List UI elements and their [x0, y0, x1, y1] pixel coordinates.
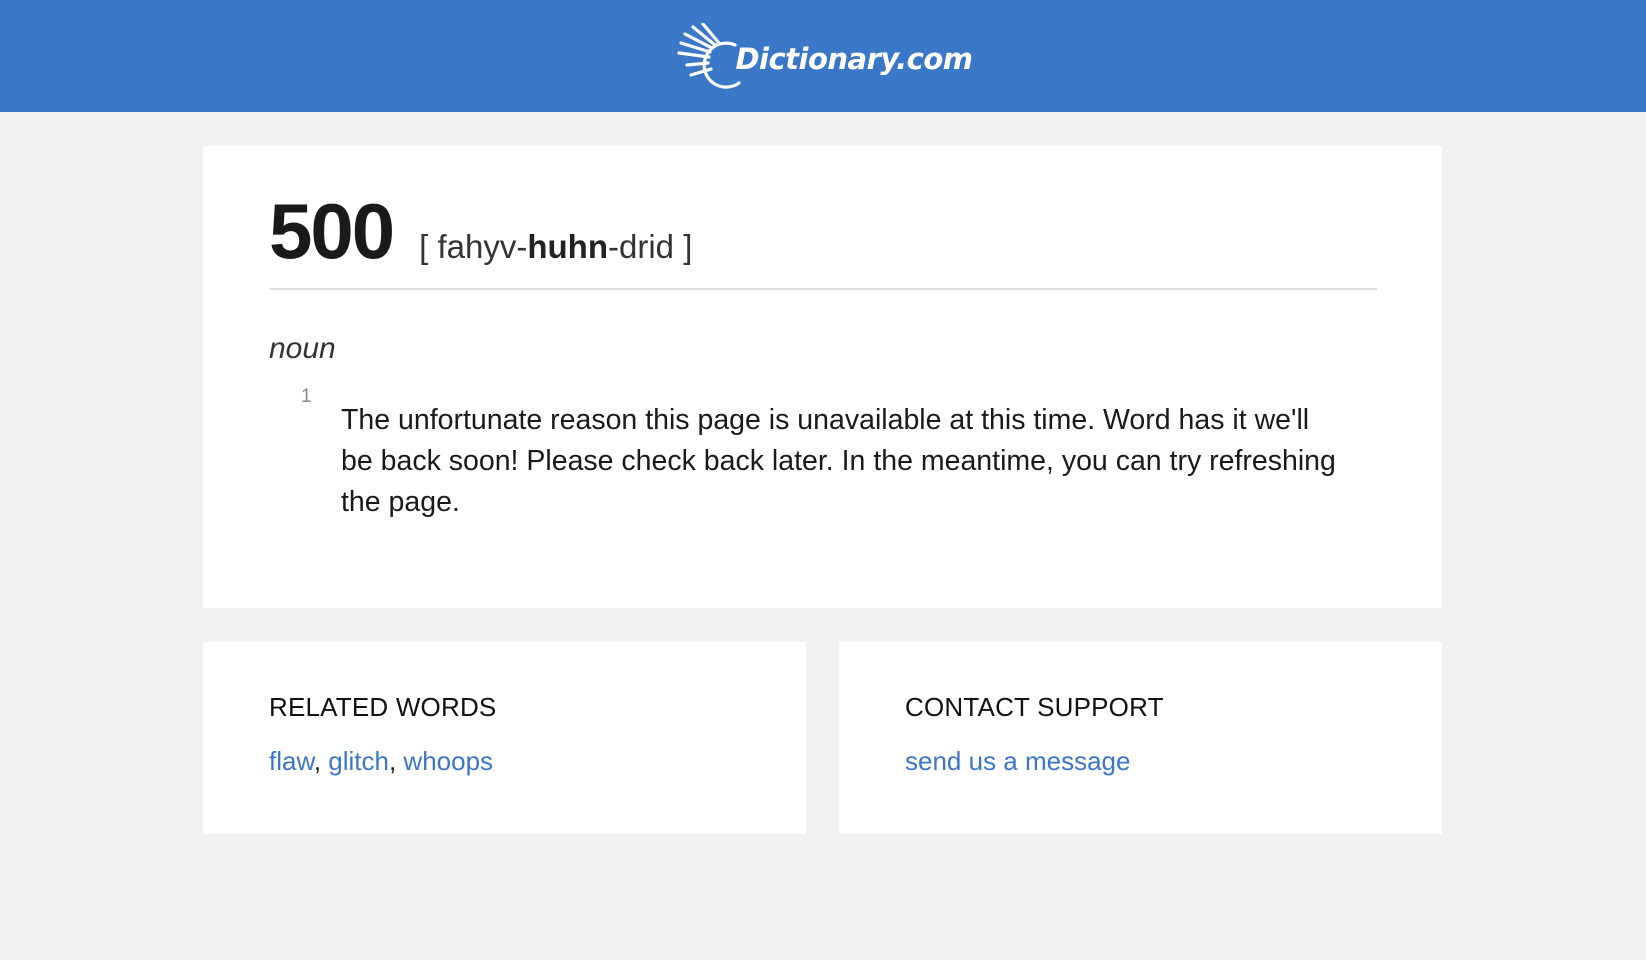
- related-word-link[interactable]: whoops: [403, 746, 493, 776]
- contact-links: send us a message: [905, 746, 1130, 777]
- send-message-link[interactable]: send us a message: [905, 746, 1130, 776]
- part-of-speech: noun: [269, 332, 336, 365]
- pron-post: -drid: [608, 228, 675, 265]
- related-words-title: RELATED WORDS: [269, 692, 497, 722]
- sense-number: 1: [301, 386, 312, 407]
- site-header: Dictionary.com: [0, 0, 1646, 112]
- related-word-link[interactable]: flaw: [269, 746, 314, 776]
- pron-pre: fahyv-: [437, 228, 528, 265]
- contact-support-card: CONTACT SUPPORT send us a message: [839, 642, 1442, 834]
- related-words-card: RELATED WORDS flaw, glitch, whoops: [203, 642, 806, 834]
- headword: 500: [269, 187, 395, 275]
- contact-support-title: CONTACT SUPPORT: [905, 692, 1164, 722]
- pronunciation: [ fahyv-huhn-drid ]: [419, 230, 692, 263]
- logo-wordmark: Dictionary.com: [735, 42, 973, 76]
- dictionary-logo[interactable]: Dictionary.com: [673, 21, 973, 91]
- related-separator: ,: [388, 746, 404, 776]
- related-separator: ,: [313, 746, 329, 776]
- pron-open: [: [419, 228, 438, 265]
- divider: [269, 288, 1377, 290]
- pron-close: ]: [674, 228, 693, 265]
- pron-stress: huhn: [527, 228, 608, 265]
- related-words-list: flaw, glitch, whoops: [269, 746, 493, 777]
- related-word-link[interactable]: glitch: [328, 746, 389, 776]
- headword-row: 500 [ fahyv-huhn-drid ]: [269, 192, 692, 270]
- error-entry-card: 500 [ fahyv-huhn-drid ] noun 1 The unfor…: [203, 146, 1442, 608]
- definition-text: The unfortunate reason this page is unav…: [341, 404, 1336, 518]
